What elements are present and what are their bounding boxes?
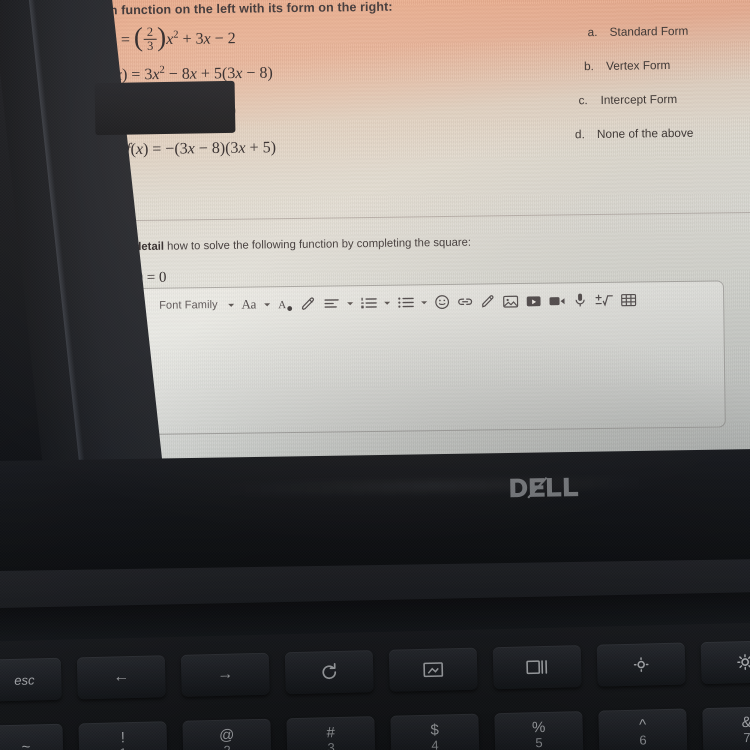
- key-back[interactable]: ←: [76, 655, 166, 700]
- rich-text-editor[interactable]: B i U Font Family Aa A: [73, 280, 726, 436]
- laptop-screen: 3. Match each function on the left with …: [62, 0, 750, 466]
- option-d: d. None of the above: [575, 124, 750, 161]
- chevron-down-icon[interactable]: [383, 301, 390, 305]
- key-6[interactable]: ^ 6: [598, 708, 688, 750]
- function-expression-4: f(x) = −(3x − 8)(3x + 5): [126, 139, 277, 159]
- key-symbol: $: [430, 721, 440, 739]
- fraction-denominator: 3: [143, 39, 157, 54]
- key-digit: 4: [431, 737, 439, 750]
- link-button[interactable]: [453, 290, 477, 314]
- insert-image-button[interactable]: [499, 289, 522, 313]
- key-symbol: !: [120, 729, 126, 747]
- bulleted-list-dropdown[interactable]: [394, 290, 417, 314]
- option-letter: c.: [578, 93, 588, 108]
- assignment-page: 3. Match each function on the left with …: [62, 0, 750, 466]
- option-a: a. Standard Form: [588, 22, 750, 59]
- option-label: Standard Form: [609, 23, 689, 39]
- insert-table-button[interactable]: [617, 287, 640, 311]
- option-label: Vertex Form: [605, 58, 671, 73]
- arrow-left-icon: ←: [113, 668, 130, 686]
- key-digit: 7: [743, 730, 750, 746]
- key-digit: 3: [327, 740, 335, 750]
- key-symbol: &: [741, 713, 750, 732]
- key-overview[interactable]: [492, 645, 582, 690]
- key-4[interactable]: $ 4: [390, 713, 480, 750]
- key-reload[interactable]: [284, 650, 374, 695]
- font-family-dropdown[interactable]: Font Family: [149, 293, 224, 318]
- option-b: b. Vertex Form: [584, 56, 750, 93]
- screen-bezel-bottom: [0, 448, 750, 572]
- laptop-keyboard: esc ← → ~ ! @ # 3 $ 4 % 5 ^ 6 & 7: [0, 622, 750, 750]
- option-label: None of the above: [596, 125, 694, 142]
- section-divider: [62, 210, 750, 223]
- key-esc[interactable]: esc: [0, 657, 62, 702]
- math-equation-button[interactable]: [591, 288, 617, 312]
- record-audio-button[interactable]: [569, 288, 591, 312]
- text-color-button[interactable]: A: [274, 292, 297, 316]
- chevron-down-icon[interactable]: [420, 300, 427, 304]
- key-brightness-up[interactable]: [700, 639, 750, 685]
- key-3[interactable]: # 3: [286, 716, 376, 750]
- chevron-down-icon[interactable]: [227, 303, 234, 307]
- dell-logo: [509, 474, 583, 501]
- bezel-reflection: [219, 476, 650, 496]
- arrow-right-icon: →: [217, 665, 234, 683]
- key-1[interactable]: ! 1: [78, 721, 168, 750]
- overview-windows-icon: [526, 660, 548, 675]
- reload-icon: [322, 663, 337, 680]
- insert-video-button[interactable]: [522, 289, 545, 313]
- key-digit: 6: [639, 732, 647, 748]
- option-c: c. Intercept Form: [578, 90, 750, 127]
- fullscreen-icon: [423, 662, 444, 678]
- option-label: Intercept Form: [600, 91, 678, 107]
- key-7[interactable]: & 7: [702, 705, 750, 750]
- matching-options-list: a. Standard Form b. Vertex Form c. Inter…: [575, 22, 750, 161]
- chevron-down-icon[interactable]: [263, 302, 270, 306]
- key-tilde[interactable]: ~: [0, 723, 64, 750]
- key-digit: 5: [535, 735, 543, 750]
- key-2[interactable]: @ 2: [182, 718, 272, 750]
- key-digit: 1: [119, 745, 127, 750]
- brightness-up-icon: [737, 654, 750, 671]
- svg-text:A: A: [278, 299, 286, 311]
- record-video-button[interactable]: [545, 288, 569, 312]
- keyboard-function-row: esc ← →: [0, 639, 750, 702]
- key-forward[interactable]: →: [180, 652, 270, 697]
- key-fullscreen[interactable]: [388, 647, 478, 692]
- key-symbol: ~: [21, 738, 31, 750]
- key-digit: 2: [223, 743, 231, 750]
- align-dropdown[interactable]: [320, 291, 343, 315]
- option-letter: d.: [574, 127, 585, 142]
- draw-button[interactable]: [477, 289, 499, 313]
- laptop-hinge: [94, 80, 236, 136]
- key-5[interactable]: % 5: [494, 711, 584, 750]
- numbered-list-button[interactable]: [357, 291, 380, 315]
- keyboard-number-row: ~ ! 1 @ 2 # 3: [0, 705, 750, 750]
- chevron-down-icon[interactable]: [346, 301, 353, 305]
- emoji-button[interactable]: [431, 290, 453, 314]
- question-4-rest-text: how to solve the following function by c…: [163, 236, 472, 253]
- key-brightness-down[interactable]: [596, 642, 686, 687]
- key-symbol: %: [531, 718, 546, 737]
- fraction-numerator: 2: [146, 24, 154, 39]
- key-symbol: #: [326, 724, 336, 742]
- key-symbol: ^: [638, 716, 647, 734]
- option-letter: b.: [583, 59, 595, 74]
- font-size-label: Aa: [241, 296, 257, 312]
- key-symbol: @: [218, 726, 235, 744]
- highlight-button[interactable]: [297, 292, 320, 316]
- editor-text-area[interactable]: [75, 315, 724, 434]
- photo-of-laptop-screen: 3. Match each function on the left with …: [0, 0, 750, 750]
- brightness-down-icon: [633, 657, 649, 672]
- option-letter: a.: [587, 24, 598, 40]
- font-size-dropdown[interactable]: Aa: [238, 292, 260, 316]
